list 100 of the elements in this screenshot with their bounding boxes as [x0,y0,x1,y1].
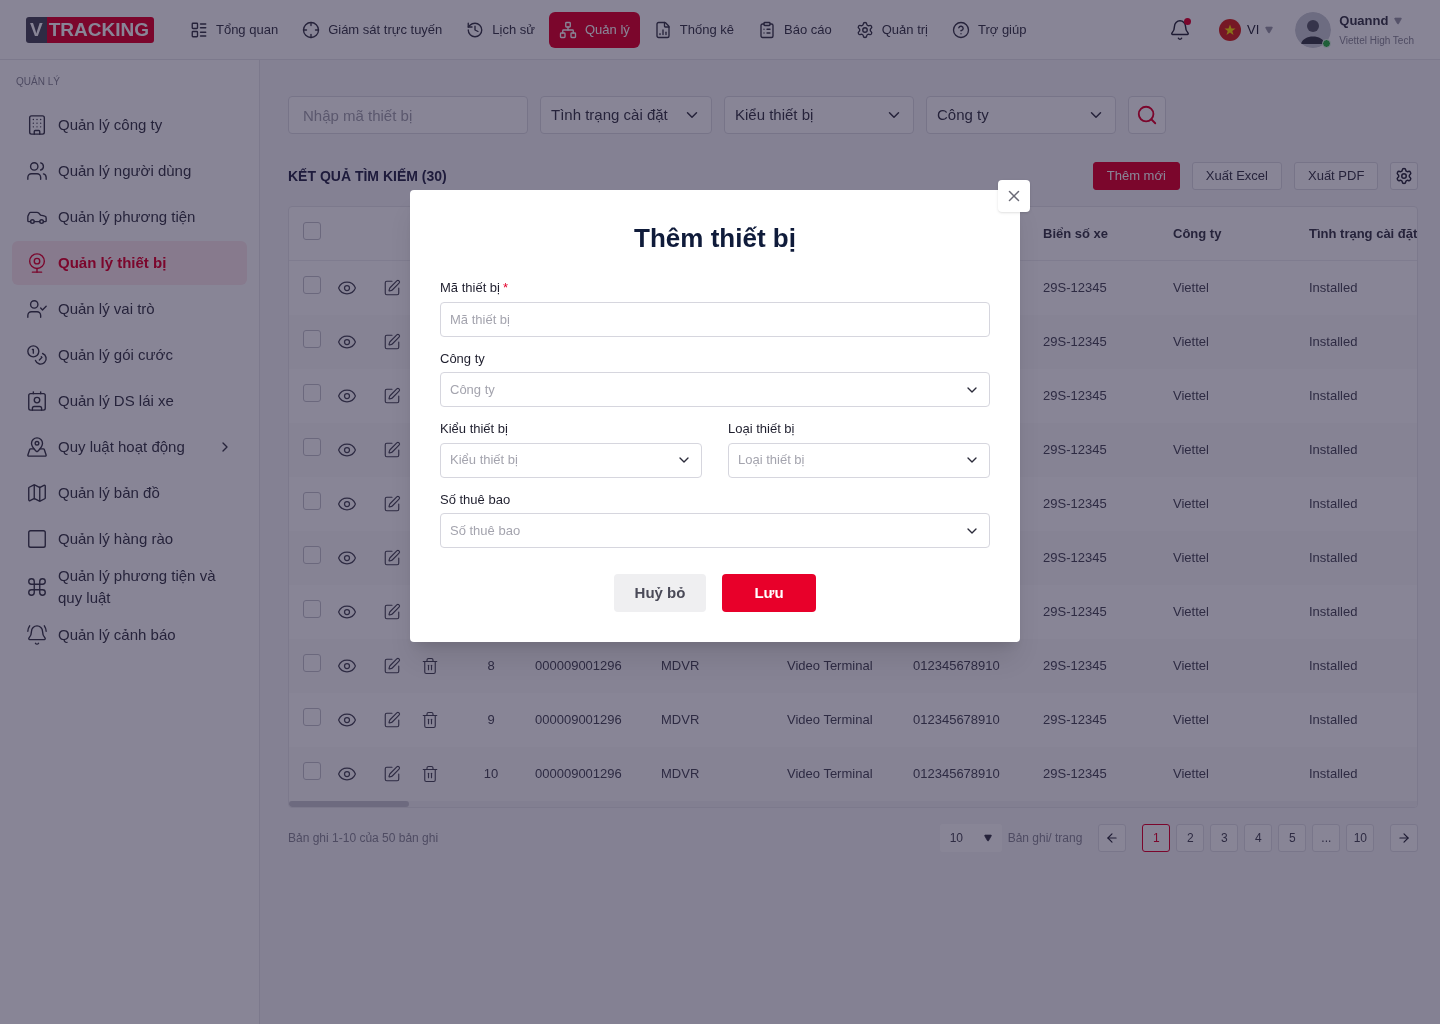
edit-icon [383,279,401,297]
delete-button[interactable] [421,711,439,729]
filter-select[interactable]: Kiểu thiết bị [724,96,914,134]
table-cell-text: MDVR [660,711,701,730]
table-cell-text: Installed [1308,441,1359,460]
crosshair-icon [302,20,321,39]
nav-tab[interactable]: Lịch sử [456,11,545,48]
sidebar-item[interactable]: Quản lý gói cước [12,333,247,377]
sidebar-item[interactable]: Quản lý cảnh báo [12,613,247,657]
edit-icon [383,495,401,513]
page-button[interactable]: 10 [1346,824,1375,852]
checkbox[interactable] [303,221,321,240]
select-field[interactable]: Kiểu thiết bị [440,442,702,478]
action-button[interactable]: Thêm mới [1092,162,1180,190]
table-cell-text: 012345678910 [912,657,1001,676]
sidebar-item[interactable]: Quản lý hàng rào [12,517,247,561]
checkbox[interactable] [303,384,321,403]
sidebar-item[interactable]: Quản lý công ty [12,103,247,147]
sidebar-item[interactable]: Quản lý phương tiện [12,195,247,239]
edit-button[interactable] [383,387,401,405]
table-cell-text: Viettel [1172,387,1210,406]
page-button[interactable]: 1 [1142,824,1171,852]
nav-tab[interactable]: Trợ giúp [941,11,1037,48]
checkbox[interactable] [303,276,321,295]
select-field[interactable]: Công ty [440,372,990,407]
save-button[interactable]: Lưu [722,574,816,612]
sidebar-item[interactable]: Quản lý DS lái xe [12,379,247,423]
filter-select[interactable]: Tình trạng cài đặt [540,96,712,134]
edit-button[interactable] [383,765,401,783]
action-button[interactable]: Xuất PDF [1294,162,1379,190]
table-cell-text: Video Terminal [786,765,874,784]
caret-icon [983,834,992,842]
field-label: Mã thiết bị * [440,279,509,297]
building-icon [26,114,48,136]
checkbox[interactable] [303,546,321,565]
table-cell-text: 000009001296 [534,657,623,676]
nav-tab[interactable]: Giám sát trực tuyến [292,11,453,48]
nav-tab[interactable]: Thống kê [643,11,744,48]
edit-button[interactable] [383,711,401,729]
edit-button[interactable] [383,657,401,675]
checkbox[interactable] [303,708,321,727]
language-select[interactable]: VI [1219,18,1274,41]
network-icon [559,20,577,39]
page-size-select[interactable]: 10 [939,824,1002,852]
table-cell-text: 012345678910 [912,711,1001,730]
edit-button[interactable] [383,603,401,621]
cancel-button[interactable]: Huỷ bỏ [614,574,706,612]
edit-icon [383,657,401,675]
close-button[interactable] [998,180,1030,212]
input-field[interactable]: Mã thiết bị [440,301,990,337]
checkbox[interactable] [303,492,321,511]
select-field[interactable]: Số thuê bao [440,513,990,548]
caret-icon [1265,25,1274,34]
table-cell-text: Viettel [1172,495,1210,514]
table-cell-text: Installed [1308,495,1359,514]
sidebar-item[interactable]: Quy luật hoạt động [12,425,247,469]
delete-button[interactable] [421,657,439,675]
field-label: Số thuê bao [440,490,511,509]
previous-page-button[interactable] [1098,824,1127,852]
table-cell-text: MDVR [660,657,701,676]
webcam-icon [26,252,48,274]
sidebar-item[interactable]: Quản lý phương tiện và quy luật [12,563,247,611]
nav-tab[interactable]: Quản trị [845,11,938,48]
nav-tab[interactable]: Quản lý [549,11,640,48]
edit-button[interactable] [383,279,401,297]
column-header: Tình trạng cài đặt [1308,224,1418,243]
edit-button[interactable] [383,441,401,459]
edit-button[interactable] [383,495,401,513]
sidebar-item[interactable]: Quản lý thiết bị [12,241,247,285]
edit-button[interactable] [383,549,401,567]
page-button[interactable]: 4 [1244,824,1273,852]
user-name: Quannd [1339,12,1389,31]
bell-icon [26,624,48,646]
table-cell-text: 29S-12345 [1042,333,1108,352]
sidebar-item[interactable]: Quản lý người dùng [12,149,247,193]
checkbox[interactable] [303,600,321,619]
nav-tab[interactable]: Tổng quan [179,11,289,48]
sidebar-item[interactable]: Quản lý bản đồ [12,471,247,515]
checkbox[interactable] [303,654,321,673]
delete-button[interactable] [421,765,439,783]
page-button[interactable]: 3 [1210,824,1239,852]
next-page-button[interactable] [1390,824,1419,852]
field-label: Loại thiết bị [728,420,795,438]
scrollbar-thumb[interactable] [289,801,409,807]
select-field[interactable]: Loại thiết bị [728,442,990,478]
page-button[interactable]: 5 [1278,824,1307,852]
settings-button[interactable] [1390,162,1419,190]
page-button[interactable]: ... [1312,824,1341,852]
checkbox[interactable] [303,330,321,349]
edit-button[interactable] [383,333,401,351]
action-button[interactable]: Xuất Excel [1191,162,1282,190]
search-button[interactable] [1128,96,1166,134]
nav-tab[interactable]: Báo cáo [748,11,842,48]
filter-select[interactable]: Công ty [926,96,1116,134]
page-button[interactable]: 2 [1176,824,1205,852]
checkbox[interactable] [303,438,321,457]
checkbox[interactable] [303,762,321,781]
sidebar-item[interactable]: Quản lý vai trò [12,287,247,331]
table-cell-text: 29S-12345 [1042,441,1108,460]
table-cell-text: Viettel [1172,603,1210,622]
